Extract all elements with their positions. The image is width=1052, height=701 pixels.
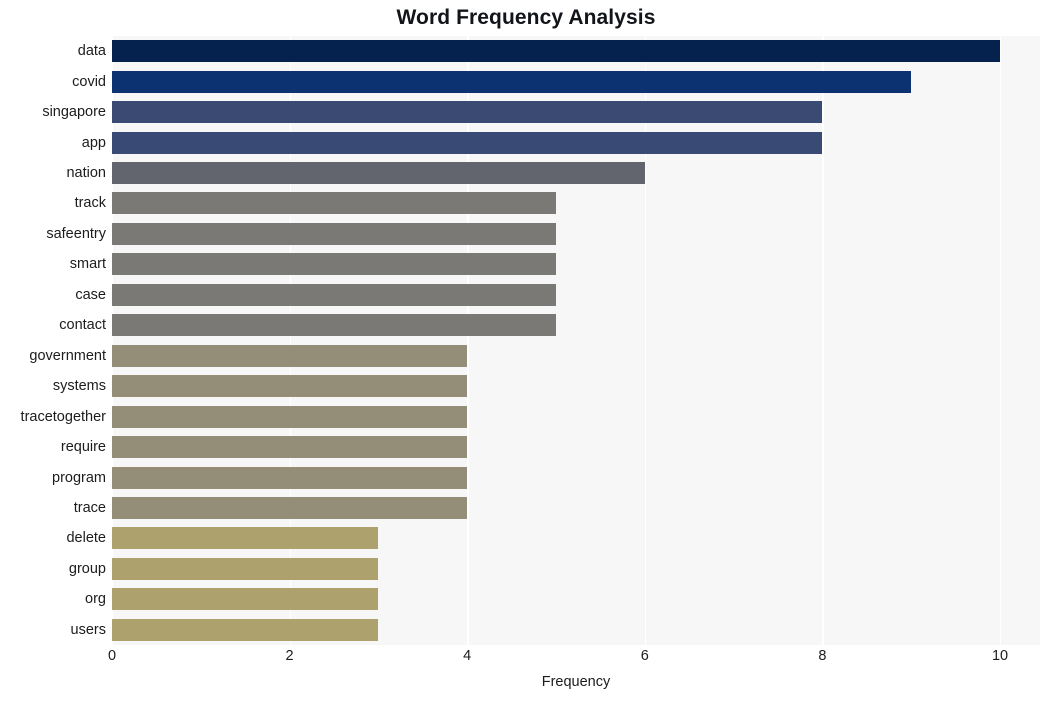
y-tick-label-program: program <box>52 469 106 486</box>
y-tick-label-trace: trace <box>73 499 106 516</box>
bar-fill <box>112 496 468 519</box>
bar-app[interactable] <box>112 131 823 154</box>
bar-fill <box>112 344 468 367</box>
y-tick-label-users: users <box>70 621 106 638</box>
x-axis-title: Frequency <box>541 674 611 690</box>
bar-trace[interactable] <box>112 496 468 519</box>
y-tick-label-group: group <box>68 560 106 577</box>
bar-safeentry[interactable] <box>112 222 557 245</box>
y-tick-label-data: data <box>77 43 106 60</box>
bar-fill <box>112 314 557 337</box>
bar-fill <box>112 192 557 215</box>
y-tick-label-contact: contact <box>59 317 106 334</box>
y-tick-label-app: app <box>81 134 106 151</box>
bar-data[interactable] <box>112 40 1001 63</box>
bar-track[interactable] <box>112 192 557 215</box>
y-tick-label-org: org <box>85 591 106 608</box>
bar-require[interactable] <box>112 436 468 459</box>
x-tick-label-6: 6 <box>640 648 649 664</box>
y-tick-label-track: track <box>74 195 106 212</box>
bar-fill <box>112 405 468 428</box>
y-tick-label-tracetogether: tracetogether <box>20 408 106 425</box>
word-frequency-chart: Word Frequency Analysis data covid singapo… <box>0 0 1052 701</box>
bar-government[interactable] <box>112 344 468 367</box>
bar-systems[interactable] <box>112 375 468 398</box>
y-tick-label-covid: covid <box>72 73 106 90</box>
bar-fill <box>112 283 557 306</box>
y-tick-label-nation: nation <box>66 165 106 182</box>
bar-program[interactable] <box>112 466 468 489</box>
y-tick-label-safeentry: safeentry <box>46 225 106 242</box>
bar-fill <box>112 222 557 245</box>
bar-case[interactable] <box>112 283 557 306</box>
y-tick-label-require: require <box>60 439 106 456</box>
bar-fill <box>112 162 645 185</box>
x-tick-label-8: 8 <box>818 648 827 664</box>
bar-covid[interactable] <box>112 70 912 93</box>
bar-group[interactable] <box>112 557 379 580</box>
chart-title: Word Frequency Analysis <box>396 6 656 29</box>
y-tick-label-singapore: singapore <box>42 104 106 121</box>
bar-fill <box>112 466 468 489</box>
y-axis-tick-labels: data covid singapore app nation track safeentr… <box>0 36 106 645</box>
y-tick-label-smart: smart <box>69 256 106 273</box>
bar-fill <box>112 101 823 124</box>
x-axis-tick-labels: 0 2 4 6 8 10 <box>108 648 1040 670</box>
x-tick-label-0: 0 <box>107 648 117 664</box>
bar-users[interactable] <box>112 618 379 641</box>
bar-nation[interactable] <box>112 162 645 185</box>
y-tick-label-government: government <box>29 347 106 364</box>
x-tick-label-2: 2 <box>285 648 294 664</box>
x-tick-label-4: 4 <box>463 648 472 664</box>
bar-fill <box>112 253 557 276</box>
bar-contact[interactable] <box>112 314 557 337</box>
bar-fill <box>112 131 823 154</box>
y-tick-label-systems: systems <box>52 378 106 395</box>
bar-fill <box>112 618 379 641</box>
bar-org[interactable] <box>112 588 379 611</box>
bar-fill <box>112 557 379 580</box>
bar-delete[interactable] <box>112 527 379 550</box>
plot-area <box>112 36 1040 645</box>
bar-smart[interactable] <box>112 253 557 276</box>
y-tick-label-delete: delete <box>66 530 106 547</box>
bars-layer <box>112 36 1040 645</box>
y-tick-label-case: case <box>75 286 106 303</box>
bar-fill <box>112 527 379 550</box>
bar-fill <box>112 70 912 93</box>
bar-singapore[interactable] <box>112 101 823 124</box>
bar-fill <box>112 40 1001 63</box>
bar-fill <box>112 588 379 611</box>
bar-fill <box>112 436 468 459</box>
bar-tracetogether[interactable] <box>112 405 468 428</box>
bar-fill <box>112 375 468 398</box>
x-tick-label-10: 10 <box>991 648 1009 664</box>
